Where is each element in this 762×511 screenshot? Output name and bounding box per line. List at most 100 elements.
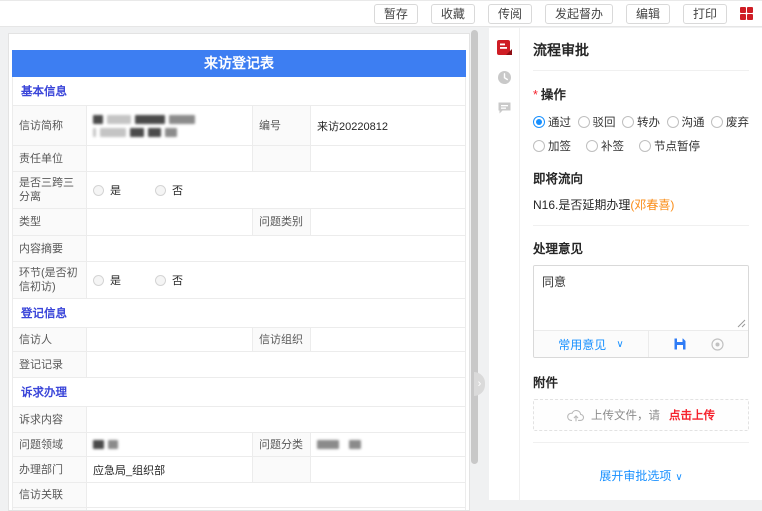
form-title: 来访登记表 xyxy=(12,50,466,77)
type-value xyxy=(87,209,253,235)
opinion-box: 同意 常用意见 ∨ xyxy=(533,265,749,358)
field-label: 责任单位 xyxy=(13,146,87,171)
panel-title: 流程审批 xyxy=(533,40,749,71)
form-row-stage: 环节(是否初信初访) 是 否 xyxy=(13,262,465,299)
approval-panel: 流程审批 * 操作 通过 驳回 转办 沟通 废弃 加签 补签 节点暂停 即将流向 … xyxy=(489,28,762,500)
visit-registration-form: 来访登记表 基本信息 信访简称 编号 来访20220812 责任单位 是否三跨三… xyxy=(8,33,470,511)
radio-reject[interactable]: 驳回 xyxy=(577,114,616,130)
form-row-record: 登记记录 xyxy=(13,352,465,378)
department-value: 应急局_组织部 xyxy=(87,457,253,482)
field-label: 信访简称 xyxy=(13,106,87,145)
radio-no[interactable]: 否 xyxy=(155,182,183,198)
radio-communicate[interactable]: 沟通 xyxy=(666,114,705,130)
radio-circle-icon[interactable] xyxy=(586,140,598,152)
radio-transfer[interactable]: 转办 xyxy=(622,114,660,130)
section-basic-info: 基本信息 xyxy=(13,77,465,106)
radio-circle-icon[interactable] xyxy=(639,140,651,152)
comment-note-icon[interactable] xyxy=(496,99,513,116)
field-redacted-value xyxy=(87,433,253,456)
operation-radio-row-2: 加签 补签 节点暂停 xyxy=(533,138,749,154)
opinion-textarea[interactable]: 同意 xyxy=(534,266,748,330)
upload-text: 上传文件，请 xyxy=(591,410,660,422)
toolbar: 暂存 收藏 传阅 发起督办 编辑 打印 xyxy=(0,0,762,27)
radio-circle-icon[interactable] xyxy=(622,116,634,128)
history-clock-icon[interactable] xyxy=(496,69,513,86)
three-cross-radios: 是 否 xyxy=(87,172,465,208)
chevron-down-icon: ∨ xyxy=(616,338,624,350)
radio-circle-icon[interactable] xyxy=(93,184,104,196)
form-row-summary: 内容摘要 xyxy=(13,236,465,262)
duty-unit-value xyxy=(87,146,253,171)
field-label: 信访组织 xyxy=(253,328,311,351)
form-row-field: 问题领域 问题分类 xyxy=(13,433,465,457)
radio-yes[interactable]: 是 xyxy=(93,272,121,288)
field-label: 诉求内容 xyxy=(13,407,87,432)
empty-value-cell xyxy=(311,457,465,482)
field-label: 问题类别 xyxy=(253,209,311,235)
form-row-relation: 信访关联 xyxy=(13,483,465,508)
form-scrollbar[interactable] xyxy=(471,30,478,464)
field-label: 问题领域 xyxy=(13,433,87,456)
radio-circle-icon[interactable] xyxy=(666,116,679,128)
required-mark: * xyxy=(533,88,538,102)
operation-radio-row-1: 通过 驳回 转办 沟通 废弃 xyxy=(533,114,749,130)
panel-collapse-handle[interactable]: › xyxy=(474,372,485,396)
panel-icon-strip xyxy=(489,28,520,500)
radio-node-pause[interactable]: 节点暂停 xyxy=(639,138,700,154)
field-label: 登记记录 xyxy=(13,352,87,377)
radio-circle-icon[interactable] xyxy=(155,274,166,286)
radio-circle-icon[interactable] xyxy=(533,140,545,152)
radio-no[interactable]: 否 xyxy=(155,272,183,288)
form-table: 基本信息 信访简称 编号 来访20220812 责任单位 是否三跨三分离 是 否 xyxy=(12,77,466,510)
radio-approve[interactable]: 通过 xyxy=(533,114,571,130)
form-row-petitioner: 信访人 信访组织 xyxy=(13,328,465,352)
circulate-button[interactable]: 传阅 xyxy=(487,3,532,24)
radio-circle-icon[interactable] xyxy=(533,116,545,128)
problem-category-value xyxy=(311,209,465,235)
voice-input-icon[interactable] xyxy=(711,337,724,351)
save-floppy-icon[interactable] xyxy=(673,337,687,351)
radio-add-sign[interactable]: 加签 xyxy=(533,138,571,154)
initiate-supervision-button[interactable]: 发起督办 xyxy=(544,3,613,24)
section-registration-info: 登记信息 xyxy=(13,299,465,328)
radio-discard[interactable]: 废弃 xyxy=(711,114,749,130)
field-label: 编号 xyxy=(253,106,311,145)
field-label: 问题分类 xyxy=(253,433,311,456)
opinion-footer: 常用意见 ∨ xyxy=(534,330,748,357)
cloud-upload-icon xyxy=(567,409,585,421)
radio-circle-icon[interactable] xyxy=(711,116,723,128)
section-appeal-handling: 诉求办理 xyxy=(13,378,465,407)
radio-circle-icon[interactable] xyxy=(577,116,590,128)
radio-yes[interactable]: 是 xyxy=(93,182,121,198)
opinion-label: 处理意见 xyxy=(533,242,584,256)
upload-link[interactable]: 点击上传 xyxy=(669,407,715,423)
field-label: 是否三跨三分离 xyxy=(13,172,87,208)
radio-circle-icon[interactable] xyxy=(93,274,104,286)
record-value xyxy=(87,352,465,377)
approval-form-icon[interactable] xyxy=(496,39,513,56)
field-label: 环节(是否初信初访) xyxy=(13,262,87,298)
favorite-button[interactable]: 收藏 xyxy=(430,3,475,24)
brief-redacted-value xyxy=(87,106,253,145)
flow-person: (邓春喜) xyxy=(630,198,675,212)
upload-dropzone[interactable]: 上传文件，请 点击上传 xyxy=(533,399,749,431)
petitioner-value xyxy=(87,328,253,351)
expand-approval-options-link[interactable]: 展开审批选项 ∨ xyxy=(533,467,749,484)
edit-button[interactable]: 编辑 xyxy=(625,3,670,24)
operation-label: * 操作 xyxy=(533,88,566,102)
number-value: 来访20220812 xyxy=(317,120,388,133)
print-button[interactable]: 打印 xyxy=(682,3,727,24)
classification-redacted-value xyxy=(311,433,465,456)
apps-grid-icon[interactable] xyxy=(740,7,753,20)
relation-value xyxy=(87,483,465,507)
radio-circle-icon[interactable] xyxy=(155,184,166,196)
chevron-down-icon: ∨ xyxy=(675,472,683,483)
common-opinions-dropdown[interactable]: 常用意见 ∨ xyxy=(534,331,649,357)
divider xyxy=(533,442,749,443)
form-row-department: 办理部门 应急局_组织部 xyxy=(13,457,465,483)
form-row-duty-unit: 责任单位 xyxy=(13,146,465,172)
field-label: 内容摘要 xyxy=(13,236,87,261)
radio-supplement-sign[interactable]: 补签 xyxy=(586,138,624,154)
save-draft-button[interactable]: 暂存 xyxy=(373,3,418,24)
form-row-appeal: 诉求内容 xyxy=(13,407,465,433)
